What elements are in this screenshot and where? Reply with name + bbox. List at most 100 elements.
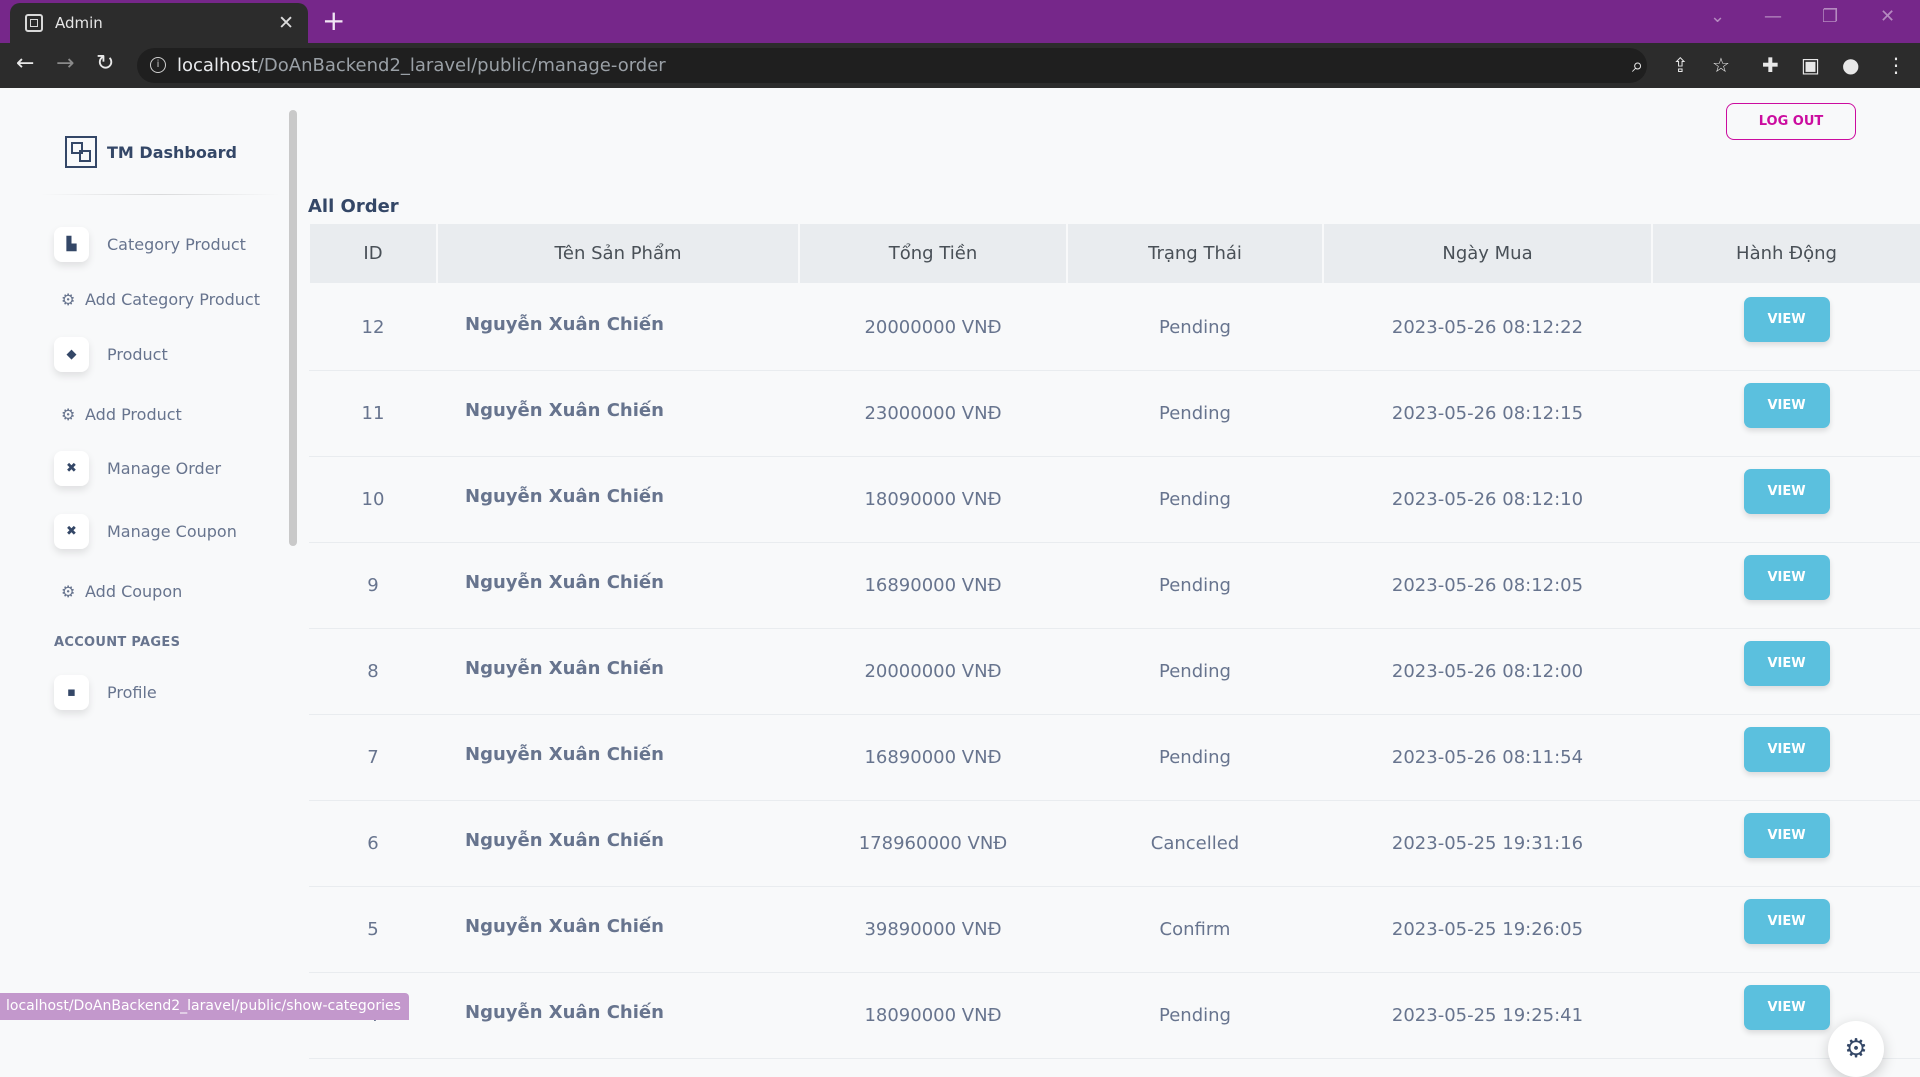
customer-name: Nguyễn Xuân Chiến	[437, 542, 799, 629]
sidebar-item-add-coupon[interactable]: ⚙ Add Coupon	[54, 582, 182, 601]
tab-search-icon[interactable]: ⌄	[1710, 6, 1725, 27]
page-title: All Order	[308, 196, 399, 217]
order-status: Pending	[1067, 456, 1323, 543]
orders-table: ID Tên Sản Phẩm Tổng Tiền Trạng Thái Ngà…	[308, 222, 1920, 1059]
gear-icon: ⚙	[61, 582, 76, 601]
forward-icon[interactable]: →	[56, 51, 74, 76]
customer-name-text: Nguyễn Xuân Chiến	[465, 830, 664, 851]
order-total-text: 39890000 VNĐ	[864, 919, 1002, 940]
close-window-icon[interactable]: ✕	[1880, 6, 1895, 27]
customer-name: Nguyễn Xuân Chiến	[437, 886, 799, 973]
order-date: 2023-05-26 08:11:54	[1323, 714, 1652, 801]
view-button[interactable]: VIEW	[1743, 469, 1830, 514]
order-date-text: 2023-05-26 08:12:22	[1391, 317, 1584, 338]
order-date: 2023-05-26 08:12:05	[1323, 542, 1652, 629]
table-row: 9 Nguyễn Xuân Chiến 16890000 VNĐ Pending 202…	[309, 542, 1920, 629]
sidebar-item-manage-coupon[interactable]: ✖ Manage Coupon	[54, 514, 237, 549]
column-header-date: Ngày Mua	[1322, 222, 1653, 285]
order-status: Pending	[1067, 628, 1323, 715]
order-total: 16890000 VNĐ	[799, 542, 1067, 629]
sidebar-item-label: Category Product	[107, 235, 246, 254]
url-text: localhost/DoAnBackend2_laravel/public/ma…	[177, 55, 666, 76]
favicon-icon	[25, 14, 43, 32]
order-date: 2023-05-26 08:12:15	[1323, 370, 1652, 457]
column-header-action: Hành Động	[1651, 222, 1920, 285]
order-id: 9	[309, 542, 437, 629]
customer-name: Nguyễn Xuân Chiến	[437, 628, 799, 715]
new-tab-icon[interactable]: +	[322, 4, 345, 37]
order-status-text: Cancelled	[1150, 833, 1240, 854]
order-total: 18090000 VNĐ	[799, 456, 1067, 543]
table-row: 10 Nguyễn Xuân Chiến 18090000 VNĐ Pending 20…	[309, 456, 1920, 543]
bookmark-star-icon[interactable]: ☆	[1712, 53, 1730, 77]
sidebar-item-label: Add Coupon	[85, 582, 183, 601]
sidebar-item-category-product[interactable]: ▙ Category Product	[54, 227, 246, 262]
order-date: 2023-05-25 19:31:16	[1323, 800, 1652, 887]
order-id-text: 9	[367, 575, 379, 596]
customer-name: Nguyễn Xuân Chiến	[437, 284, 799, 371]
sidebar-item-add-category-product[interactable]: ⚙ Add Category Product	[54, 290, 260, 309]
sidebar-item-manage-order[interactable]: ✖ Manage Order	[54, 451, 221, 486]
order-total-text: 178960000 VNĐ	[858, 833, 1008, 854]
order-id-text: 6	[367, 833, 379, 854]
brand[interactable]: TM Dashboard	[55, 136, 237, 168]
order-total: 178960000 VNĐ	[799, 800, 1067, 887]
site-info-icon[interactable]: i	[150, 57, 166, 73]
order-id-text: 7	[367, 747, 379, 768]
customer-name: Nguyễn Xuân Chiến	[437, 456, 799, 543]
order-date-text: 2023-05-26 08:12:05	[1391, 575, 1584, 596]
profile-avatar-icon[interactable]: ●	[1842, 53, 1859, 77]
order-total-text: 20000000 VNĐ	[864, 317, 1002, 338]
customer-name: Nguyễn Xuân Chiến	[437, 714, 799, 801]
status-bar-url: localhost/DoAnBackend2_laravel/public/sh…	[0, 993, 409, 1020]
column-header-product-name: Tên Sản Phẩm	[436, 222, 800, 285]
sidebar-item-add-product[interactable]: ⚙ Add Product	[54, 405, 182, 424]
logout-button[interactable]: LOG OUT	[1726, 103, 1856, 140]
zoom-icon[interactable]: ⌕	[1632, 53, 1643, 77]
minimize-icon[interactable]: —	[1764, 6, 1782, 27]
gear-icon: ⚙	[61, 405, 76, 424]
menu-icon[interactable]: ⋮	[1886, 53, 1906, 77]
table-row: 7 Nguyễn Xuân Chiến 16890000 VNĐ Pending 202…	[309, 714, 1920, 801]
order-id: 12	[309, 284, 437, 371]
tab-title: Admin	[55, 14, 103, 32]
sidebar-scrollbar[interactable]	[289, 110, 297, 546]
order-total: 23000000 VNĐ	[799, 370, 1067, 457]
back-icon[interactable]: ←	[16, 51, 34, 76]
table-row: 6 Nguyễn Xuân Chiến 178960000 VNĐ Cancelled…	[309, 800, 1920, 887]
share-icon[interactable]: ⇪	[1672, 53, 1689, 77]
view-button[interactable]: VIEW	[1743, 985, 1830, 1030]
sidebar-item-product[interactable]: ◆ Product	[54, 337, 168, 372]
browser-tab[interactable]: Admin ✕	[10, 3, 308, 43]
view-button[interactable]: VIEW	[1743, 899, 1830, 944]
order-total: 20000000 VNĐ	[799, 628, 1067, 715]
order-total: 20000000 VNĐ	[799, 284, 1067, 371]
gear-icon: ⚙	[61, 290, 76, 309]
page: TM Dashboard ▙ Category Product ⚙ Add Ca…	[0, 88, 1920, 1077]
view-button[interactable]: VIEW	[1743, 383, 1830, 428]
side-panel-icon[interactable]: ▣	[1801, 53, 1820, 77]
order-date: 2023-05-25 19:26:05	[1323, 886, 1652, 973]
order-total-text: 16890000 VNĐ	[864, 575, 1002, 596]
restore-icon[interactable]: ❐	[1822, 6, 1838, 27]
close-tab-icon[interactable]: ✕	[278, 12, 294, 34]
view-button[interactable]: VIEW	[1743, 727, 1830, 772]
reload-icon[interactable]: ↻	[96, 51, 114, 76]
brand-name: TM Dashboard	[107, 142, 237, 162]
order-status-text: Pending	[1159, 317, 1231, 338]
view-button[interactable]: VIEW	[1743, 813, 1830, 858]
address-bar[interactable]: i localhost/DoAnBackend2_laravel/public/…	[137, 48, 1647, 83]
view-button[interactable]: VIEW	[1743, 641, 1830, 686]
view-button[interactable]: VIEW	[1743, 555, 1830, 600]
order-date: 2023-05-26 08:12:10	[1323, 456, 1652, 543]
sidebar-item-label: Product	[107, 345, 168, 364]
profile-icon: ▪	[54, 675, 89, 710]
settings-gear-icon[interactable]: ⚙	[1828, 1021, 1884, 1077]
order-status: Confirm	[1067, 886, 1323, 973]
view-button[interactable]: VIEW	[1743, 297, 1830, 342]
extensions-icon[interactable]: ✚	[1762, 53, 1779, 77]
order-date: 2023-05-26 08:12:00	[1323, 628, 1652, 715]
sidebar-item-profile[interactable]: ▪ Profile	[54, 675, 157, 710]
tools-icon: ✖	[54, 514, 89, 549]
order-date-text: 2023-05-26 08:11:54	[1391, 747, 1584, 768]
